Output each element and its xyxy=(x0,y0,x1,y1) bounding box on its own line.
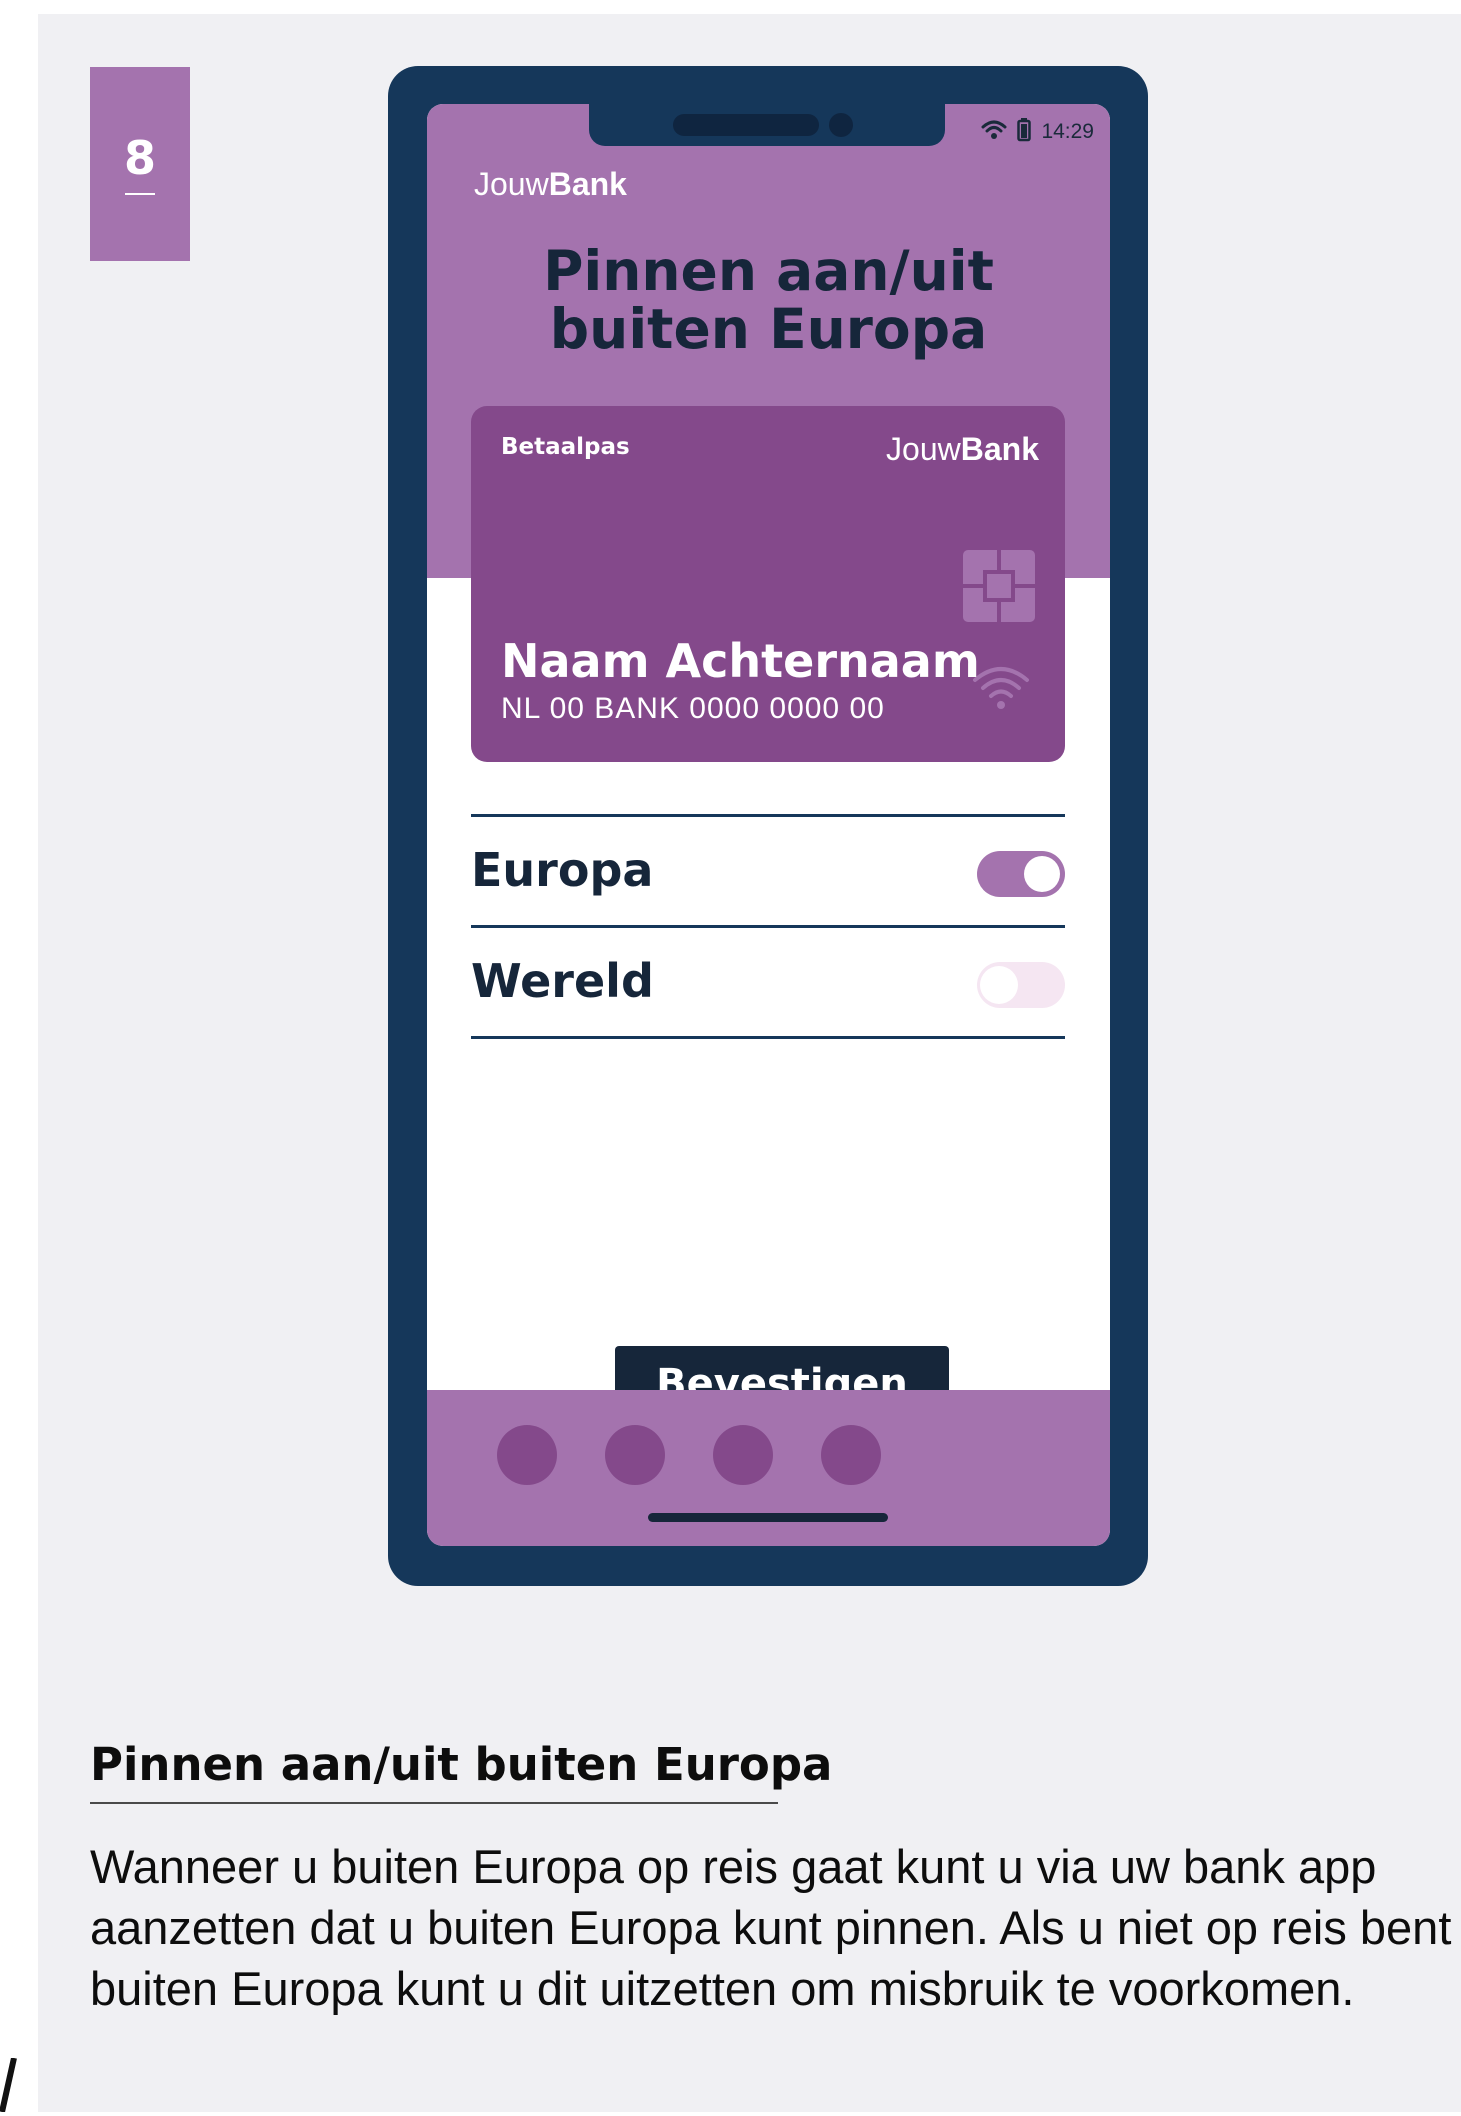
toggle-label-europa: Europa xyxy=(471,843,654,897)
debit-card[interactable]: Betaalpas JouwBank Naam Achternaam NL 00… xyxy=(471,406,1065,762)
speaker xyxy=(673,114,819,136)
contactless-icon xyxy=(971,662,1031,714)
nav-item-4[interactable] xyxy=(821,1425,881,1485)
toggle-knob xyxy=(1024,856,1060,892)
status-time: 14:29 xyxy=(1041,120,1094,143)
screen-title: Pinnen aan/uit buiten Europa xyxy=(427,242,1110,358)
battery-icon xyxy=(1017,118,1032,146)
corner-mark xyxy=(0,2057,20,2116)
toggle-knob xyxy=(980,966,1018,1004)
app-logo-bold: Bank xyxy=(548,166,627,202)
card-holder-name: Naam Achternaam xyxy=(501,634,980,688)
phone-frame: 14:29 JouwBank Pinnen aan/uit buiten Eur… xyxy=(388,66,1148,1586)
step-underline xyxy=(125,193,155,195)
phone-notch xyxy=(589,104,945,146)
card-logo-bold: Bank xyxy=(960,431,1039,467)
europa-toggle-switch[interactable] xyxy=(977,851,1065,897)
description-heading: Pinnen aan/uit buiten Europa xyxy=(90,1738,833,1791)
wifi-icon xyxy=(981,119,1007,145)
card-logo-regular: Jouw xyxy=(886,431,961,467)
camera xyxy=(829,113,853,137)
nav-item-2[interactable] xyxy=(605,1425,665,1485)
card-iban: NL 00 BANK 0000 0000 00 xyxy=(501,692,885,725)
app-logo-regular: Jouw xyxy=(474,166,549,202)
app-logo: JouwBank xyxy=(474,166,627,203)
home-indicator[interactable] xyxy=(648,1513,888,1522)
screen-title-line1: Pinnen aan/uit xyxy=(543,239,994,303)
status-bar: 14:29 xyxy=(981,118,1094,146)
nav-item-3[interactable] xyxy=(713,1425,773,1485)
heading-underline xyxy=(90,1802,778,1804)
toggle-label-wereld: Wereld xyxy=(471,954,654,1008)
step-badge: 8 xyxy=(90,67,190,261)
step-number: 8 xyxy=(123,131,156,185)
chip-icon xyxy=(963,550,1035,626)
card-label: Betaalpas xyxy=(501,434,630,460)
screen-title-line2: buiten Europa xyxy=(549,297,988,361)
card-logo: JouwBank xyxy=(886,431,1039,468)
nav-item-1[interactable] xyxy=(497,1425,557,1485)
toggle-list: Europa Wereld xyxy=(471,814,1065,1039)
bottom-nav-bar xyxy=(427,1390,1110,1546)
toggle-row-europa: Europa xyxy=(471,814,1065,925)
description-text: Wanneer u buiten Europa op reis gaat kun… xyxy=(90,1840,1452,2015)
phone-screen: 14:29 JouwBank Pinnen aan/uit buiten Eur… xyxy=(427,104,1110,1546)
toggle-row-wereld: Wereld xyxy=(471,925,1065,1039)
wereld-toggle-switch[interactable] xyxy=(977,962,1065,1008)
